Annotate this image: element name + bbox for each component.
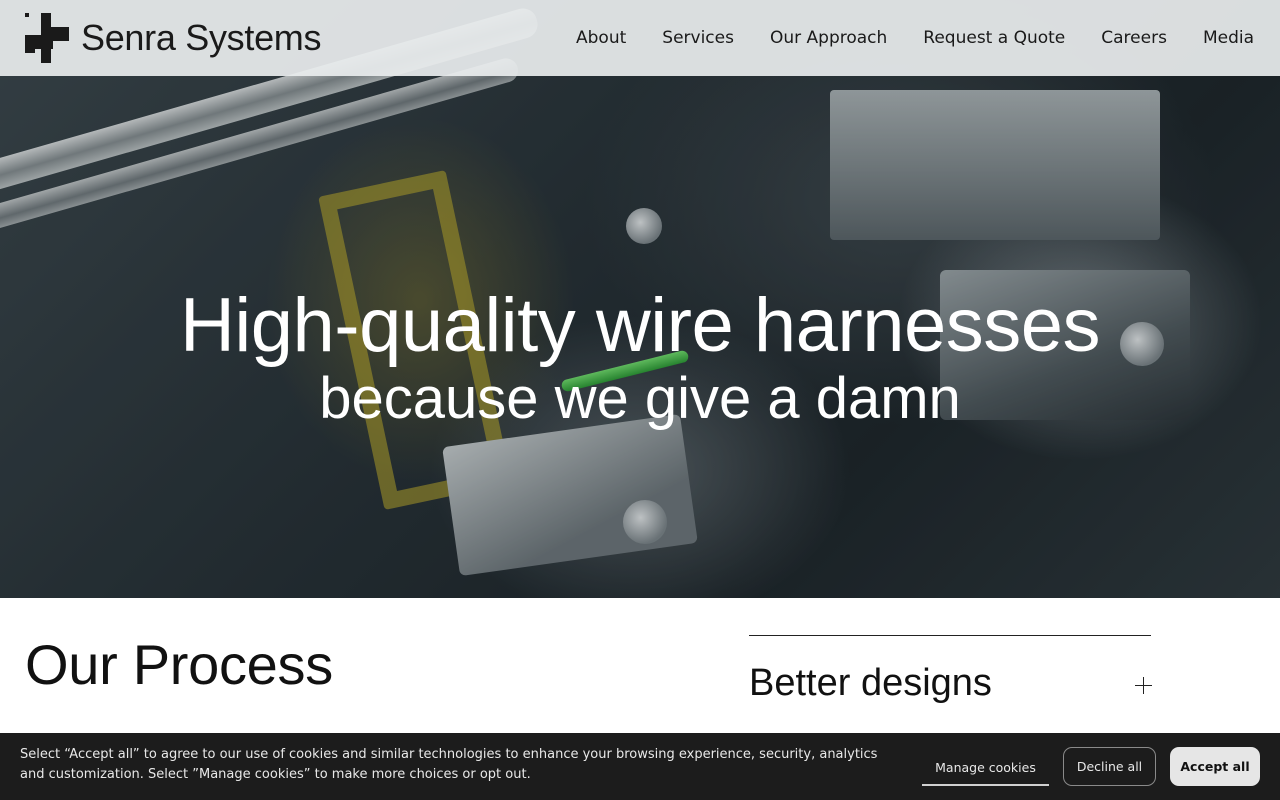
- hero-subtitle: because we give a damn: [319, 366, 961, 431]
- nav-media[interactable]: Media: [1203, 28, 1254, 48]
- hero-text: High-quality wire harnesses because we g…: [0, 282, 1280, 434]
- nav-about[interactable]: About: [576, 28, 626, 48]
- manage-cookies-button[interactable]: Manage cookies: [922, 750, 1049, 786]
- cookie-banner-text: Select “Accept all” to agree to our use …: [20, 747, 878, 782]
- nav-our-approach[interactable]: Our Approach: [770, 28, 887, 48]
- accept-all-button[interactable]: Accept all: [1170, 747, 1260, 786]
- site-header: Senra Systems About Services Our Approac…: [0, 0, 1280, 76]
- logo-text: Senra Systems: [81, 17, 322, 58]
- logo-icon: [25, 13, 69, 63]
- logo-link[interactable]: Senra Systems: [25, 13, 322, 63]
- nav-services[interactable]: Services: [662, 28, 734, 48]
- process-title: Our Process: [25, 633, 333, 696]
- nav-request-quote[interactable]: Request a Quote: [923, 28, 1065, 48]
- accordion-item-title[interactable]: Better designs: [749, 662, 992, 705]
- decline-all-button[interactable]: Decline all: [1063, 747, 1156, 786]
- accordion-divider: [749, 635, 1151, 636]
- main-nav: About Services Our Approach Request a Qu…: [576, 0, 1254, 76]
- nav-careers[interactable]: Careers: [1101, 28, 1167, 48]
- hero-section: High-quality wire harnesses because we g…: [0, 0, 1280, 598]
- hero-title: High-quality wire harnesses: [179, 283, 1101, 368]
- plus-icon[interactable]: [1135, 677, 1152, 694]
